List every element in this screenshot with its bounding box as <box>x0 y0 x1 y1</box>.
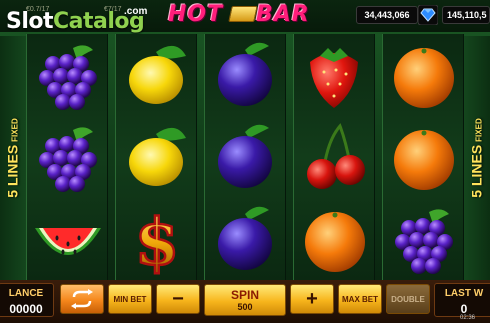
bet-value: 500 <box>237 302 253 312</box>
spin-button[interactable]: SPIN 500 <box>204 284 286 316</box>
bottom-bar: LANCE 00000 MIN BET − SPIN 500 + MAX BET… <box>0 280 490 323</box>
orange-symbol <box>383 116 465 198</box>
clock: 02:36 <box>460 315 476 321</box>
decrease-bet-button[interactable]: − <box>156 284 200 314</box>
right-lines-panel: 5 LINES FIXED <box>464 36 490 280</box>
title-bar: BAR <box>256 2 310 27</box>
left-lines-label: 5 LINES <box>5 144 21 198</box>
spin-label: SPIN <box>230 288 259 302</box>
left-fixed-label: FIXED <box>11 118 20 142</box>
top-bar: €0.7/17 €7/17 SlotCatalog .com HOT BAR 3… <box>0 0 490 34</box>
reel-2: $ <box>115 34 197 280</box>
reel-3 <box>204 34 286 280</box>
right-fixed-label: FIXED <box>475 118 484 142</box>
reels-area: $ <box>26 34 464 280</box>
minus-icon: − <box>172 288 184 310</box>
dollar-symbol: $ <box>116 198 198 280</box>
plus-icon: + <box>306 288 318 310</box>
title-hot: HOT <box>168 2 224 27</box>
balance-value: 00000 <box>9 302 43 316</box>
credits-display: 34,443,066 <box>356 6 418 24</box>
last-win-label: LAST W <box>444 288 484 299</box>
strawberry-symbol <box>294 34 376 116</box>
cherry-symbol <box>294 116 376 198</box>
grapes-symbol <box>383 198 465 280</box>
balance-panel: LANCE 00000 <box>0 283 54 317</box>
repeat-icon <box>71 289 93 309</box>
reel-4 <box>293 34 375 280</box>
plum-symbol <box>205 34 287 116</box>
balance-label: LANCE <box>8 288 44 299</box>
gold-bar-icon <box>228 6 258 22</box>
diamond-icon[interactable] <box>417 4 439 26</box>
game-title: HOT BAR <box>168 0 328 30</box>
reel-5 <box>382 34 464 280</box>
last-win-value: 0 <box>460 302 468 316</box>
lemon-symbol <box>116 116 198 198</box>
left-lines-panel: 5 LINES FIXED <box>0 36 26 280</box>
right-lines-label: 5 LINES <box>469 144 485 198</box>
grapes-symbol <box>27 34 109 116</box>
autoplay-button[interactable] <box>60 284 104 314</box>
grapes-symbol <box>27 116 109 198</box>
reel-1 <box>26 34 108 280</box>
last-win-panel: LAST W 0 <box>434 283 490 317</box>
lemon-symbol <box>116 34 198 116</box>
balance-right-display: 145,110,5 <box>442 6 490 24</box>
watermelon-symbol <box>27 198 109 280</box>
max-bet-button[interactable]: MAX BET <box>338 284 382 314</box>
min-bet-button[interactable]: MIN BET <box>108 284 152 314</box>
svg-text:$: $ <box>135 205 180 280</box>
double-button[interactable]: DOUBLE <box>386 284 430 314</box>
plum-symbol <box>205 198 287 280</box>
logo-com: .com <box>124 6 148 17</box>
plum-symbol <box>205 116 287 198</box>
orange-symbol <box>383 34 465 116</box>
increase-bet-button[interactable]: + <box>290 284 334 314</box>
orange-symbol <box>294 198 376 280</box>
